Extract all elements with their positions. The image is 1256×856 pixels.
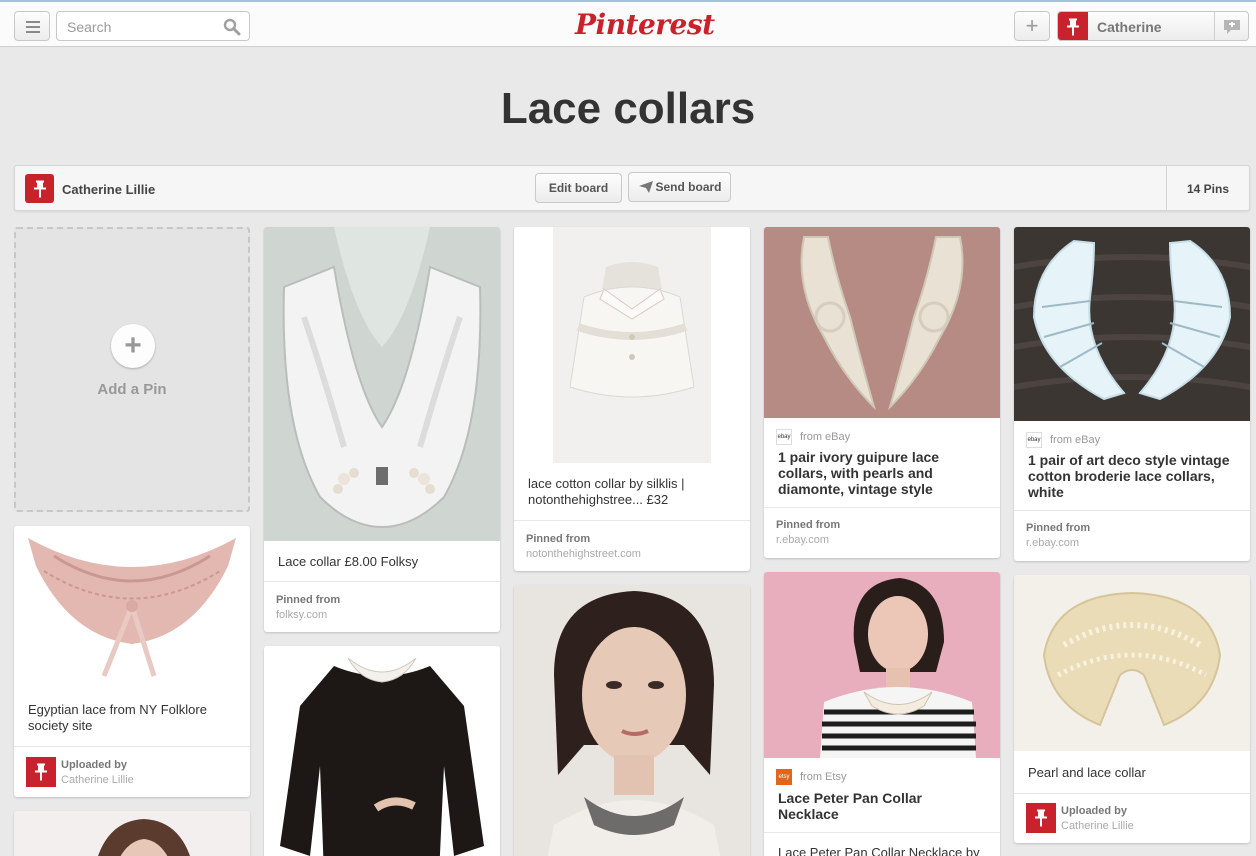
pin-image[interactable] xyxy=(1014,575,1250,751)
source-label: Pinned from xyxy=(276,594,341,606)
source-domain[interactable]: from eBay xyxy=(800,431,850,443)
divider xyxy=(1014,510,1250,511)
plus-icon: + xyxy=(111,324,155,368)
pushpin-icon xyxy=(1035,809,1047,827)
divider xyxy=(14,746,250,747)
source-label: Pinned from xyxy=(776,519,841,531)
pin-image[interactable] xyxy=(264,227,500,541)
edit-board-button[interactable]: Edit board xyxy=(535,173,622,203)
divider xyxy=(764,507,1000,508)
pin-image[interactable] xyxy=(264,646,500,856)
source-label: Uploaded by xyxy=(1061,805,1128,817)
pin-subtext[interactable]: Lace Peter Pan Collar Necklace by xyxy=(778,845,986,856)
pin-description[interactable]: Lace Peter Pan Collar Necklace xyxy=(778,790,986,822)
pin-card[interactable]: Lace collar £8.00 Folksy Pinned from fol… xyxy=(264,227,500,632)
pin-card[interactable]: Pearl and lace collar Uploaded by Cather… xyxy=(1014,575,1250,843)
divider xyxy=(514,520,750,521)
pin-image[interactable] xyxy=(1014,227,1250,421)
pin-description[interactable]: lace cotton collar by silklis | notonthe… xyxy=(528,476,736,508)
pinterest-logo[interactable]: Pinterest xyxy=(575,8,715,41)
pin-image[interactable] xyxy=(514,227,750,463)
board-owner-name[interactable]: Catherine Lillie xyxy=(62,182,155,197)
uploader-name[interactable]: Catherine Lillie xyxy=(1061,820,1134,832)
pin-description[interactable]: Egyptian lace from NY Folklore society s… xyxy=(28,702,236,734)
divider xyxy=(764,832,1000,833)
user-menu-button[interactable]: Catherine xyxy=(1057,11,1249,41)
source-url[interactable]: notonthehighstreet.com xyxy=(526,548,641,560)
source-label: Pinned from xyxy=(1026,522,1091,534)
avatar xyxy=(1058,12,1088,40)
ebay-favicon: ebay xyxy=(776,429,792,445)
source-url[interactable]: r.ebay.com xyxy=(1026,537,1079,549)
hamburger-line xyxy=(26,26,40,28)
source-url[interactable]: r.ebay.com xyxy=(776,534,829,546)
pin-image[interactable] xyxy=(14,811,250,856)
hamburger-line xyxy=(26,31,40,33)
pin-description[interactable]: Pearl and lace collar xyxy=(1028,765,1236,781)
pin-card[interactable]: lace cotton collar by silklis | notonthe… xyxy=(514,227,750,571)
pin-image[interactable] xyxy=(764,572,1000,758)
pin-description[interactable]: 1 pair ivory guipure lace collars, with … xyxy=(778,449,986,497)
menu-button[interactable] xyxy=(14,11,50,41)
source-label: Uploaded by xyxy=(61,759,128,771)
pin-description[interactable]: Lace collar £8.00 Folksy xyxy=(278,554,486,570)
source-url[interactable]: folksy.com xyxy=(276,609,327,621)
divider xyxy=(264,581,500,582)
board-header: Catherine Lillie Edit board Send board 1… xyxy=(14,165,1250,211)
etsy-favicon: etsy xyxy=(776,769,792,785)
uploader-avatar[interactable] xyxy=(26,757,56,787)
pin-image[interactable] xyxy=(514,585,750,856)
source-domain[interactable]: from eBay xyxy=(1050,434,1100,446)
pushpin-icon xyxy=(1067,18,1079,36)
pin-description[interactable]: 1 pair of art deco style vintage cotton … xyxy=(1028,452,1236,500)
send-board-button[interactable]: Send board xyxy=(628,172,731,202)
uploader-name[interactable]: Catherine Lillie xyxy=(61,774,134,786)
search-input[interactable] xyxy=(67,18,217,36)
add-pin-button[interactable]: + xyxy=(1014,11,1050,41)
pin-card[interactable]: ebay from eBay 1 pair ivory guipure lace… xyxy=(764,227,1000,558)
pushpin-icon xyxy=(35,763,47,781)
send-board-label: Send board xyxy=(655,180,722,194)
top-navigation-bar: Pinterest + Catherine xyxy=(0,0,1256,47)
search-icon[interactable] xyxy=(223,18,241,36)
paper-plane-icon xyxy=(639,181,653,193)
uploader-avatar[interactable] xyxy=(1026,803,1056,833)
pin-card[interactable] xyxy=(514,585,750,856)
pin-image[interactable] xyxy=(764,227,1000,418)
divider xyxy=(1014,793,1250,794)
ebay-favicon: ebay xyxy=(1026,432,1042,448)
add-pin-tile[interactable]: + Add a Pin xyxy=(14,227,250,512)
pin-image[interactable] xyxy=(14,526,250,688)
source-domain[interactable]: from Etsy xyxy=(800,771,846,783)
pin-card[interactable]: ebay from eBay 1 pair of art deco style … xyxy=(1014,227,1250,561)
owner-avatar[interactable] xyxy=(25,174,54,203)
pin-card[interactable]: etsy from Etsy Lace Peter Pan Collar Nec… xyxy=(764,572,1000,856)
source-label: Pinned from xyxy=(526,533,591,545)
pushpin-icon xyxy=(33,180,46,197)
speech-bubble-icon xyxy=(1224,20,1240,34)
pin-count[interactable]: 14 Pins xyxy=(1166,166,1249,210)
add-pin-label: Add a Pin xyxy=(97,381,167,398)
pin-card[interactable] xyxy=(14,811,250,856)
search-box xyxy=(56,11,250,41)
notifications-button[interactable] xyxy=(1214,12,1248,40)
pin-card[interactable] xyxy=(264,646,500,856)
user-name: Catherine xyxy=(1097,19,1162,35)
board-title: Lace collars xyxy=(500,84,756,133)
pin-card[interactable]: Egyptian lace from NY Folklore society s… xyxy=(14,526,250,797)
hamburger-line xyxy=(26,21,40,23)
